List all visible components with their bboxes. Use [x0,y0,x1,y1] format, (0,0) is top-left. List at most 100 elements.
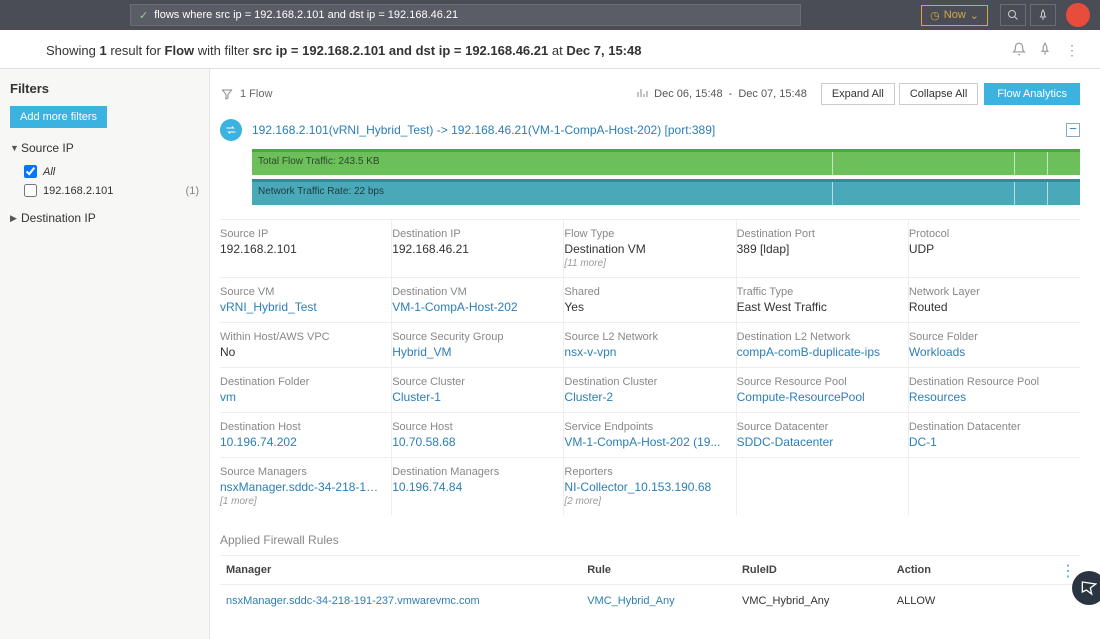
expand-all-button[interactable]: Expand All [821,83,895,105]
prop-cell: Source VM vRNI_Hybrid_Test [220,278,392,322]
prop-key: Traffic Type [737,286,898,298]
network-traffic-rate-bar[interactable]: Network Traffic Rate: 22 bps [252,179,1080,205]
prop-cell: Flow TypeDestination VM[11 more] [564,220,736,277]
prop-value: 192.168.2.101 [220,242,381,256]
table-row[interactable]: nsxManager.sddc-34-218-191-237.vmwarevmc… [220,585,1080,618]
prop-value-link[interactable]: nsx-v-vpn [564,345,725,359]
help-bubble-button[interactable] [1072,571,1100,605]
results-summary: Showing 1 result for Flow with filter sr… [46,43,1002,58]
prop-cell: Source FolderWorkloads [909,323,1080,367]
facet-all-label: All [43,166,55,178]
prop-value: UDP [909,242,1070,256]
prop-cell [737,458,909,515]
prop-cell: Destination Resource PoolResources [909,368,1080,412]
prop-key: Source L2 Network [564,331,725,343]
prop-value-link[interactable]: DC-1 [909,435,1070,449]
prop-key: Source Host [392,421,553,433]
caret-down-icon: ▼ [10,143,18,153]
range-from: Dec 06, 15:48 [654,88,723,100]
add-more-filters-button[interactable]: Add more filters [10,106,107,128]
app-menu-button[interactable] [1066,3,1090,27]
th-manager: Manager [220,556,581,585]
total-flow-traffic-bar[interactable]: Total Flow Traffic: 243.5 KB [252,149,1080,175]
flow-toolbar: 1 Flow Dec 06, 15:48 - Dec 07, 15:48 Exp… [220,79,1080,115]
time-range[interactable]: Dec 06, 15:48 - Dec 07, 15:48 [636,87,807,102]
prop-key: Source IP [220,228,381,240]
prop-value: 192.168.46.21 [392,242,553,256]
prop-key: Source Resource Pool [737,376,898,388]
search-input-wrap[interactable]: ✓ flows where src ip = 192.168.2.101 and… [130,4,801,26]
prop-value-link[interactable]: vm [220,390,381,404]
prop-key: Source Datacenter [737,421,898,433]
prop-value-link[interactable]: Cluster-2 [564,390,725,404]
prop-value-link[interactable]: VM-1-CompA-Host-202 (19... [564,435,725,449]
th-rule: Rule [581,556,736,585]
collapse-icon[interactable]: − [1066,123,1080,137]
prop-key: Destination Port [737,228,898,240]
prop-more[interactable]: [11 more] [564,258,725,269]
filter-icon[interactable] [220,87,234,101]
search-icon-button[interactable] [1000,4,1026,26]
prop-value-link[interactable]: SDDC-Datacenter [737,435,898,449]
flow-title-link[interactable]: 192.168.2.101(vRNI_Hybrid_Test) -> 192.1… [252,123,715,137]
prop-key: Source VM [220,286,381,298]
prop-cell: Network LayerRouted [909,278,1080,322]
facet-destination-ip-toggle[interactable]: ▶ Destination IP [10,208,199,228]
more-vertical-icon[interactable]: ⋮ [1064,42,1080,58]
facet-item-ip[interactable]: 192.168.2.101 (1) [24,181,199,200]
fw-manager-link[interactable]: nsxManager.sddc-34-218-191-237.vmwarevmc… [226,595,480,607]
prop-value-link[interactable]: Cluster-1 [392,390,553,404]
filters-sidebar: Filters Add more filters ▼ Source IP All… [0,69,210,639]
prop-value: Routed [909,300,1070,314]
prop-key: Source Security Group [392,331,553,343]
prop-value-link[interactable]: vRNI_Hybrid_Test [220,300,381,314]
prop-cell: Source Datacenter SDDC-Datacenter [737,413,909,457]
prop-value: East West Traffic [737,300,898,314]
prop-value-link[interactable]: NI-Collector_10.153.190.68 [564,480,725,494]
prop-value-link[interactable]: Resources [909,390,1070,404]
prop-value-link[interactable]: 10.70.58.68 [392,435,553,449]
pin-icon-button[interactable] [1030,4,1056,26]
pin-icon[interactable] [1038,42,1054,58]
prop-more[interactable]: [1 more] [220,496,381,507]
prop-key: Source Managers [220,466,381,478]
flow-analytics-button[interactable]: Flow Analytics [984,83,1080,105]
prop-value-link[interactable]: VM-1-CompA-Host-202 [392,300,553,314]
prop-value-link[interactable]: Workloads [909,345,1070,359]
bell-icon[interactable] [1012,42,1028,58]
prop-more[interactable]: [2 more] [564,496,725,507]
prop-cell: Source Resource Pool Compute-ResourcePool [737,368,909,412]
prop-value: 389 [ldap] [737,242,898,256]
prop-value-link[interactable]: nsxManager.sddc-34-218-19... [220,480,381,494]
firewall-rules-table: Manager Rule RuleID Action nsxManager.sd… [220,555,1080,617]
prop-cell: Traffic Type East West Traffic [737,278,909,322]
prop-key: Protocol [909,228,1070,240]
prop-key: Flow Type [564,228,725,240]
prop-value-link[interactable]: 10.196.74.202 [220,435,381,449]
facet-source-ip-toggle[interactable]: ▼ Source IP [10,138,199,158]
facet-all-checkbox[interactable] [24,165,37,178]
facet-item-all[interactable]: All [24,162,199,181]
prop-cell [909,458,1080,515]
prop-value-link[interactable]: Compute-ResourcePool [737,390,898,404]
prop-key: Within Host/AWS VPC [220,331,381,343]
time-picker-now[interactable]: ◷ Now ⌄ [921,5,988,26]
prop-value: No [220,345,381,359]
traffic-bars: Total Flow Traffic: 243.5 KB Network Tra… [252,149,1080,205]
top-search-bar: ✓ flows where src ip = 192.168.2.101 and… [0,0,1100,30]
flow-count-label: 1 Flow [240,88,272,100]
results-header: Showing 1 result for Flow with filter sr… [0,30,1100,69]
total-flow-traffic-label: Total Flow Traffic: 243.5 KB [258,156,380,167]
prop-value-link[interactable]: compA-comB-duplicate-ips [737,345,898,359]
prop-cell: Source Security Group Hybrid_VM [392,323,564,367]
prop-value-link[interactable]: 10.196.74.84 [392,480,553,494]
network-traffic-rate-label: Network Traffic Rate: 22 bps [258,186,384,197]
prop-cell: Destination ClusterCluster-2 [564,368,736,412]
prop-value-link[interactable]: Hybrid_VM [392,345,553,359]
facet-ip-checkbox[interactable] [24,184,37,197]
collapse-all-button[interactable]: Collapse All [899,83,978,105]
flow-icon [220,119,242,141]
fw-rule-link[interactable]: VMC_Hybrid_Any [587,595,674,607]
facet-label: Source IP [21,141,74,155]
fw-ruleid: VMC_Hybrid_Any [736,585,891,618]
